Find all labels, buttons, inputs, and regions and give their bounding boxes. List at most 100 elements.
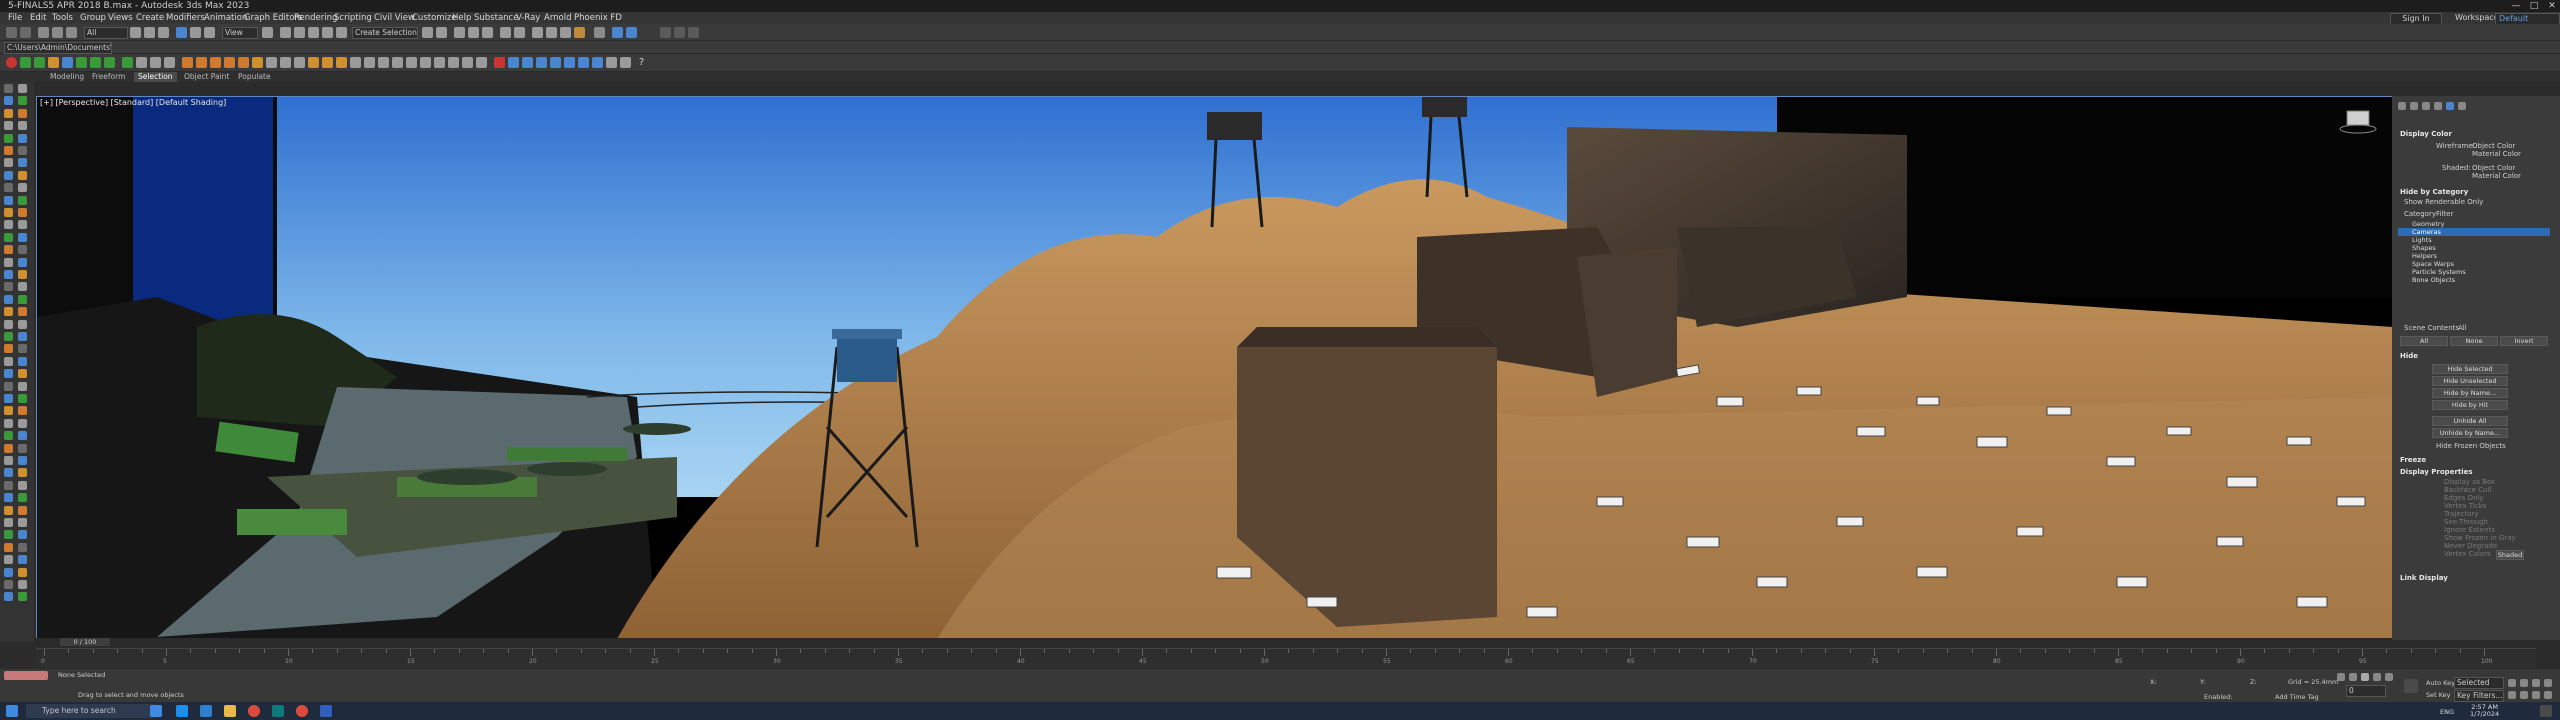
plugin-icon[interactable] [266,57,277,68]
zoom-extents-icon[interactable] [2532,691,2540,699]
tab-freeform[interactable]: Freeform [88,72,129,82]
menu-help[interactable]: Help [452,12,471,24]
command-tool-icon[interactable] [4,319,13,329]
auto-key-button[interactable]: Auto Key [2426,679,2455,687]
hide-by-category-header[interactable]: Hide by Category [2400,188,2468,196]
display-prop-item[interactable]: Vertex Ticks [2444,502,2486,510]
plugin-icon[interactable] [350,57,361,68]
snap-icon[interactable] [280,27,291,38]
plugin-icon[interactable] [164,57,175,68]
command-tool-icon[interactable] [4,220,13,230]
command-tool-icon[interactable] [18,170,27,180]
scene-explorer-icon[interactable] [454,27,465,38]
command-tool-icon[interactable] [18,84,27,93]
select-by-name-icon[interactable] [144,27,155,38]
shaded-material-color-radio[interactable]: Material Color [2472,172,2521,180]
align-icon[interactable] [436,27,447,38]
maximize-button[interactable]: □ [2526,0,2542,12]
display-prop-item[interactable]: Display as Box [2444,478,2495,486]
edge-icon[interactable] [176,705,188,717]
extra-tool-icon[interactable] [660,27,671,38]
command-tool-icon[interactable] [4,108,13,118]
command-tool-icon[interactable] [4,121,13,131]
command-tool-icon[interactable] [18,133,27,143]
plugin-icon[interactable] [476,57,487,68]
menu-substance[interactable]: Substance [474,12,518,24]
utilities-tab-icon[interactable] [2458,102,2466,110]
display-properties-header[interactable]: Display Properties [2400,468,2473,476]
hide-selected-button[interactable]: Hide Selected [2432,364,2508,374]
3ds-max-icon[interactable] [272,705,284,717]
command-tool-icon[interactable] [4,468,13,478]
add-time-tag-button[interactable]: Add Time Tag [2275,693,2319,701]
category-row-shapes[interactable]: Shapes [2398,244,2550,252]
category-row-particle-systems[interactable]: Particle Systems [2398,268,2550,276]
fire-icon[interactable] [238,57,249,68]
plugin-icon[interactable] [294,57,305,68]
command-tool-icon[interactable] [18,431,27,441]
command-tool-icon[interactable] [4,580,13,589]
key-mode-dropdown[interactable]: Selected [2454,677,2504,689]
system-clock[interactable]: 2:57 AM 1/7/2024 [2470,704,2499,718]
command-tool-icon[interactable] [18,332,27,341]
plugin-icon[interactable] [378,57,389,68]
unhide-all-button[interactable]: Unhide All [2432,416,2508,426]
command-tool-icon[interactable] [18,208,27,217]
time-slider[interactable] [36,638,2392,646]
viewport-layout-icon[interactable] [594,27,605,38]
modify-tab-icon[interactable] [2410,102,2418,110]
angle-snap-icon[interactable] [294,27,305,38]
language-indicator[interactable]: ENG [2440,708,2454,716]
plugin-icon[interactable] [364,57,375,68]
menu-modifiers[interactable]: Modifiers [166,12,205,24]
previous-frame-icon[interactable] [2349,673,2357,681]
plugin-icon[interactable] [522,57,533,68]
command-tool-icon[interactable] [4,282,13,292]
display-prop-item[interactable]: Never Degrade [2444,542,2497,550]
menu-create[interactable]: Create [136,12,164,24]
category-row-bone-objects[interactable]: Bone Objects [2398,276,2550,284]
command-tool-icon[interactable] [4,381,13,391]
file-explorer-icon[interactable] [224,705,236,717]
command-tool-icon[interactable] [4,431,13,441]
hide-by-name-button[interactable]: Hide by Name... [2432,388,2508,398]
plugin-icon[interactable] [90,57,101,68]
command-tool-icon[interactable] [18,505,27,515]
command-tool-icon[interactable] [4,418,13,428]
menu-file[interactable]: File [8,12,22,24]
command-tool-icon[interactable] [18,518,27,527]
command-tool-icon[interactable] [4,183,13,193]
pivot-center-icon[interactable] [262,27,273,38]
select-object-icon[interactable] [130,27,141,38]
command-tool-icon[interactable] [18,592,27,602]
pan-icon[interactable] [2508,679,2516,687]
display-prop-item[interactable]: See-Through [2444,518,2488,526]
command-tool-icon[interactable] [4,505,13,515]
plugin-icon[interactable] [336,57,347,68]
menu-rendering[interactable]: Rendering [294,12,337,24]
plugin-icon[interactable] [322,57,333,68]
display-prop-item[interactable]: Edges Only [2444,494,2484,502]
plugin-icon[interactable] [606,57,617,68]
zoom-icon[interactable] [2532,679,2540,687]
command-tool-icon[interactable] [4,567,13,577]
command-tool-icon[interactable] [18,567,27,577]
extra-tool-icon[interactable] [688,27,699,38]
stop-icon[interactable] [150,57,161,68]
perspective-viewport[interactable] [36,96,2394,640]
command-tool-icon[interactable] [18,257,27,267]
tab-selection[interactable]: Selection [134,72,177,82]
link-icon[interactable] [38,27,49,38]
hierarchy-tab-icon[interactable] [2422,102,2430,110]
set-key-icon[interactable] [2404,679,2418,693]
spinner-snap-icon[interactable] [322,27,333,38]
move-icon[interactable] [176,27,187,38]
command-tool-icon[interactable] [18,480,27,490]
command-tool-icon[interactable] [4,245,13,255]
menu-animation[interactable]: Animation [204,12,247,24]
layer-explorer-icon[interactable] [468,27,479,38]
command-tool-icon[interactable] [4,257,13,267]
go-to-end-icon[interactable] [2385,673,2393,681]
named-selection-set-dropdown[interactable]: Create Selection Se [352,27,418,39]
command-tool-icon[interactable] [18,406,27,416]
